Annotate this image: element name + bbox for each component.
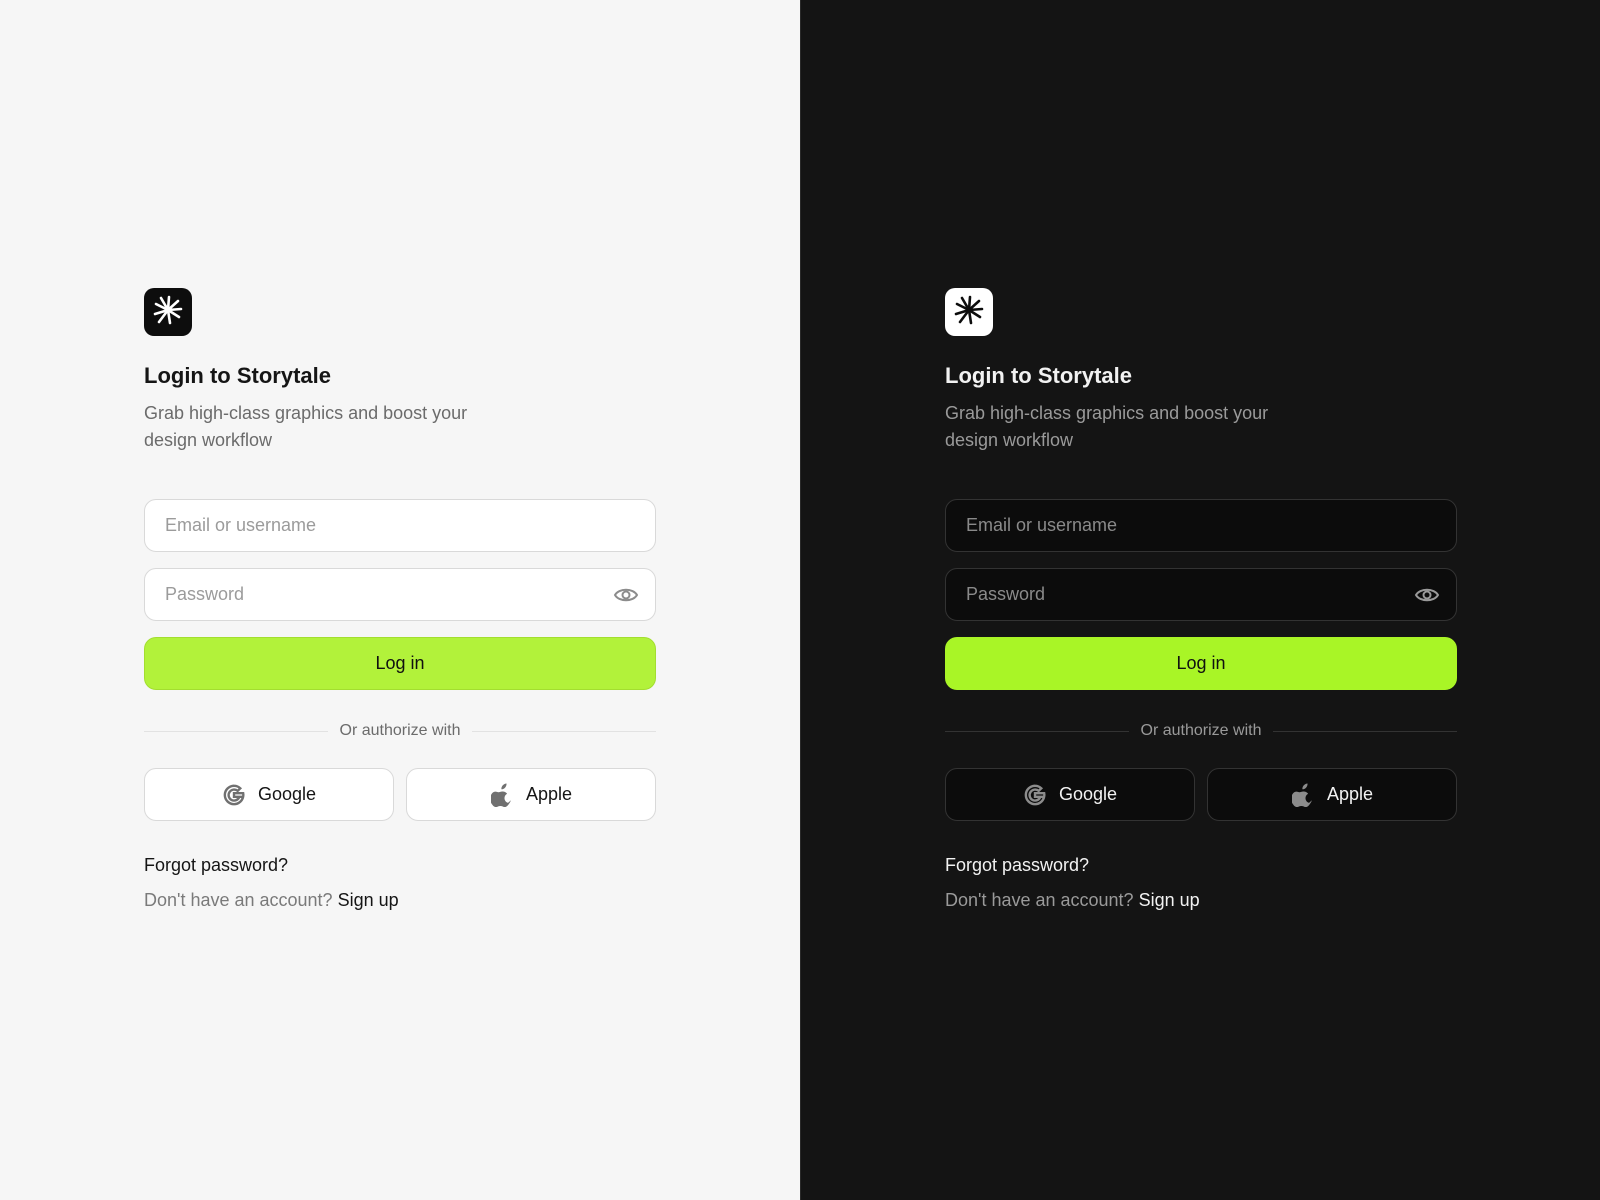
divider-line	[1273, 730, 1457, 732]
divider-text: Or authorize with	[1140, 722, 1262, 739]
google-label: Google	[1058, 784, 1118, 804]
signup-link[interactable]: Sign up	[1139, 890, 1200, 910]
google-icon	[1023, 783, 1047, 807]
email-input[interactable]	[966, 515, 1436, 536]
forgot-password-link[interactable]: Forgot password?	[144, 855, 288, 876]
page-title: Login to Storytale	[144, 363, 331, 388]
email-field[interactable]	[144, 499, 656, 552]
google-label: Google	[257, 784, 317, 804]
apple-icon	[1291, 783, 1315, 807]
social-login-group: Google Apple	[945, 768, 1457, 821]
password-input[interactable]	[966, 584, 1436, 605]
google-button[interactable]: Google	[945, 768, 1195, 821]
forgot-password-link[interactable]: Forgot password?	[945, 855, 1089, 876]
login-card: Login to Storytale Grab high-class graph…	[144, 288, 656, 911]
page-subtitle: Grab high-class graphics and boost your …	[945, 403, 1269, 450]
divider-line	[144, 730, 328, 732]
apple-label: Apple	[525, 784, 573, 804]
apple-icon	[490, 783, 514, 807]
page-subtitle: Grab high-class graphics and boost your …	[144, 403, 468, 450]
no-account-text: Don't have an account?	[144, 890, 333, 910]
no-account-text: Don't have an account?	[945, 890, 1134, 910]
login-button[interactable]: Log in	[945, 637, 1457, 690]
starburst-icon	[151, 293, 185, 332]
auth-divider: Or authorize with	[144, 722, 656, 740]
apple-button[interactable]: Apple	[406, 768, 656, 821]
email-input[interactable]	[165, 515, 635, 536]
divider-line	[945, 730, 1129, 732]
auth-divider: Or authorize with	[945, 722, 1457, 740]
page-title: Login to Storytale	[945, 363, 1132, 388]
signup-row: Don't have an account? Sign up	[144, 890, 656, 911]
password-input[interactable]	[165, 584, 635, 605]
divider-line	[472, 730, 656, 732]
app-logo	[144, 288, 192, 336]
social-login-group: Google Apple	[144, 768, 656, 821]
google-icon	[222, 783, 246, 807]
starburst-icon	[952, 293, 986, 332]
apple-button[interactable]: Apple	[1207, 768, 1457, 821]
apple-label: Apple	[1326, 784, 1374, 804]
dark-theme-panel: Login to Storytale Grab high-class graph…	[800, 0, 1600, 1200]
password-field[interactable]	[945, 568, 1457, 621]
eye-icon[interactable]	[1414, 583, 1440, 607]
google-button[interactable]: Google	[144, 768, 394, 821]
password-field[interactable]	[144, 568, 656, 621]
signup-row: Don't have an account? Sign up	[945, 890, 1457, 911]
eye-icon[interactable]	[613, 583, 639, 607]
login-button[interactable]: Log in	[144, 637, 656, 690]
login-card: Login to Storytale Grab high-class graph…	[945, 288, 1457, 911]
light-theme-panel: Login to Storytale Grab high-class graph…	[0, 0, 800, 1200]
divider-text: Or authorize with	[339, 722, 461, 739]
signup-link[interactable]: Sign up	[338, 890, 399, 910]
email-field[interactable]	[945, 499, 1457, 552]
app-logo	[945, 288, 993, 336]
